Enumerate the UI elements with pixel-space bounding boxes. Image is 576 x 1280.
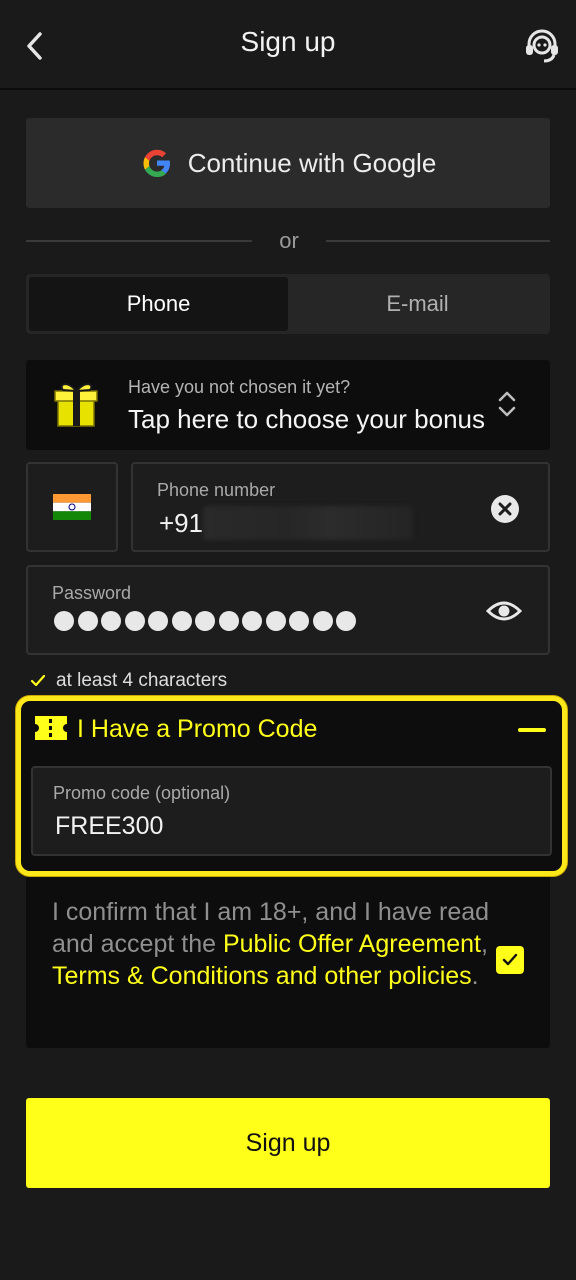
country-code-selector[interactable] bbox=[26, 462, 118, 552]
ticket-icon bbox=[35, 716, 67, 740]
promo-code-field[interactable]: Promo code (optional) FREE300 bbox=[31, 766, 552, 856]
password-label: Password bbox=[52, 583, 132, 603]
bonus-selector[interactable]: Have you not chosen it yet? Tap here to … bbox=[26, 360, 550, 450]
bonus-choose-text: Tap here to choose your bonus bbox=[128, 404, 486, 434]
eye-icon[interactable] bbox=[486, 597, 522, 625]
terms-text: I confirm that I am 18+, and I have read… bbox=[52, 896, 492, 992]
continue-with-google-button[interactable]: Continue with Google bbox=[26, 118, 550, 208]
terms-checkbox[interactable] bbox=[496, 946, 524, 974]
google-button-label: Continue with Google bbox=[187, 147, 437, 178]
phone-number-field[interactable]: Phone number +91 bbox=[131, 462, 550, 552]
check-icon bbox=[502, 953, 518, 966]
terms-and: and bbox=[268, 962, 325, 990]
chevron-up-down-icon bbox=[498, 391, 516, 417]
collapse-icon[interactable] bbox=[518, 728, 546, 732]
google-icon bbox=[143, 149, 170, 177]
headset-icon bbox=[526, 29, 558, 63]
phone-number-label: Phone number bbox=[157, 480, 276, 500]
phone-prefix: +91 bbox=[159, 508, 204, 538]
password-field[interactable]: Password bbox=[26, 565, 550, 655]
password-requirement-text: at least 4 characters bbox=[56, 670, 228, 691]
clear-icon[interactable] bbox=[490, 494, 520, 524]
or-separator: or bbox=[279, 228, 299, 253]
password-requirement: at least 4 characters bbox=[30, 670, 227, 692]
password-masked-value bbox=[54, 611, 356, 631]
promo-code-section: I Have a Promo Code Promo code (optional… bbox=[16, 696, 567, 876]
tab-email[interactable]: E-mail bbox=[288, 277, 547, 331]
app-header: Sign up bbox=[0, 0, 576, 90]
terms-consent: I confirm that I am 18+, and I have read… bbox=[26, 860, 550, 1048]
terms-separator: , bbox=[480, 930, 488, 958]
promo-code-toggle[interactable]: I Have a Promo Code bbox=[77, 715, 317, 744]
divider-left bbox=[26, 240, 252, 242]
phone-number-redacted bbox=[203, 506, 413, 540]
terms-conditions-link[interactable]: Terms & Conditions bbox=[52, 962, 269, 990]
other-policies-link[interactable]: other policies bbox=[324, 962, 471, 990]
public-offer-link[interactable]: Public Offer Agreement bbox=[223, 930, 481, 958]
page-title: Sign up bbox=[240, 26, 336, 57]
bonus-subtitle: Have you not chosen it yet? bbox=[128, 377, 351, 397]
tab-phone[interactable]: Phone bbox=[29, 277, 288, 331]
divider-right bbox=[326, 240, 550, 242]
check-icon bbox=[30, 674, 46, 687]
gift-icon bbox=[54, 383, 98, 427]
promo-code-value: FREE300 bbox=[55, 812, 164, 840]
signup-method-tabs: Phone E-mail bbox=[26, 274, 550, 334]
india-flag-icon bbox=[53, 494, 91, 520]
promo-code-label: Promo code (optional) bbox=[53, 783, 231, 803]
sign-up-button[interactable]: Sign up bbox=[26, 1098, 550, 1188]
terms-end: . bbox=[471, 962, 479, 990]
support-button[interactable] bbox=[518, 22, 566, 70]
